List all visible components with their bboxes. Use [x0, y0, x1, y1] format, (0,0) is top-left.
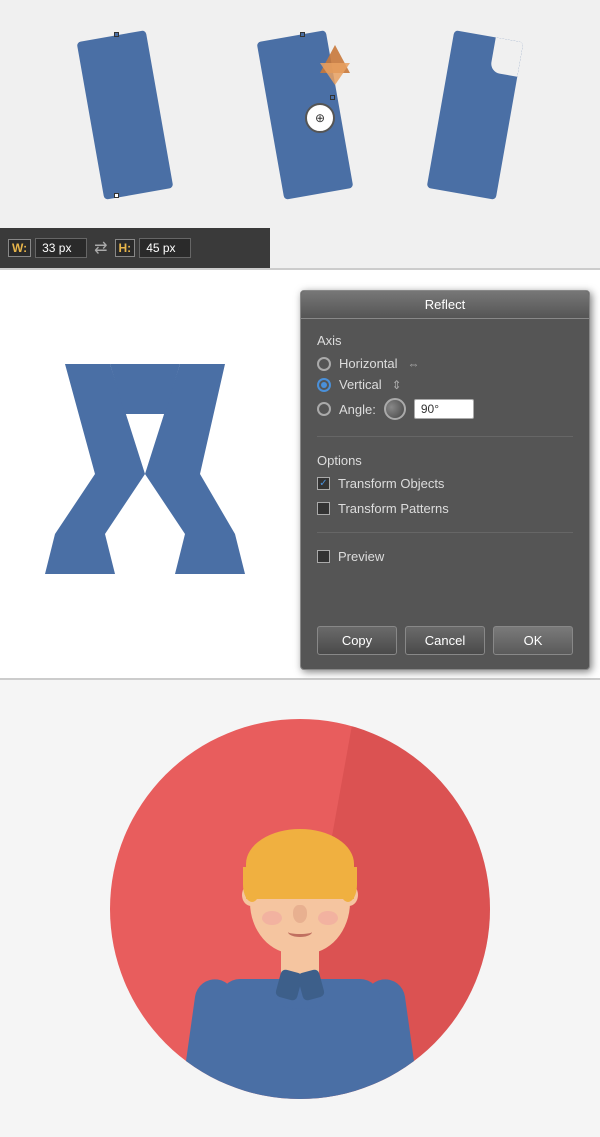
shape-right-container	[440, 35, 510, 195]
axis-section: Axis Horizontal ⇔ Vertical ⇕ Angle:	[317, 333, 573, 420]
horizontal-radio[interactable]	[317, 357, 331, 371]
divider-2	[317, 532, 573, 533]
v-bottom-left	[45, 534, 115, 574]
horizontal-radio-row[interactable]: Horizontal ⇔	[317, 356, 573, 371]
shape-left	[77, 30, 174, 200]
width-value: 33 px	[35, 238, 87, 258]
v-shape-svg	[35, 354, 255, 594]
canvas-area-1: ⊕	[0, 0, 600, 230]
avatar-figure	[200, 829, 400, 1099]
copy-button[interactable]: Copy	[317, 626, 397, 655]
hair-side-left	[243, 867, 261, 902]
shirt	[220, 979, 380, 1099]
angle-input[interactable]	[414, 399, 474, 419]
anchor-point	[114, 193, 119, 198]
dialog-body: Axis Horizontal ⇔ Vertical ⇕ Angle:	[301, 319, 589, 616]
transform-patterns-checkbox[interactable]	[317, 502, 330, 515]
axis-label: Axis	[317, 333, 573, 348]
cursor-icon: ⊕	[305, 103, 335, 133]
cancel-button[interactable]: Cancel	[405, 626, 485, 655]
cheek-left	[262, 911, 282, 925]
shape-middle-container: ⊕	[270, 35, 340, 195]
angle-label: Angle:	[339, 402, 376, 417]
angle-row: Angle:	[317, 398, 573, 420]
toolbar-1: W: 33 px ⇄ H: 45 px	[0, 228, 270, 268]
options-section: Options Transform Objects Transform Patt…	[317, 453, 573, 516]
mouth	[288, 927, 312, 937]
height-value: 45 px	[139, 238, 191, 258]
hair-side-right	[339, 867, 357, 902]
avatar-head	[235, 829, 365, 974]
avatar-body	[200, 969, 400, 1099]
angle-radio[interactable]	[317, 402, 331, 416]
ok-button[interactable]: OK	[493, 626, 573, 655]
cheek-right	[318, 911, 338, 925]
options-label: Options	[317, 453, 573, 468]
transform-objects-label: Transform Objects	[338, 476, 444, 491]
preview-checkbox[interactable]	[317, 550, 330, 563]
hair	[246, 829, 354, 899]
v-bottom-right	[175, 534, 245, 574]
vertical-icon: ⇕	[392, 378, 402, 392]
dialog-title: Reflect	[301, 291, 589, 319]
link-icon: ⇄	[91, 238, 110, 258]
preview-row: Preview	[317, 549, 573, 564]
width-label: W:	[8, 239, 31, 257]
section-3-avatar	[0, 680, 600, 1137]
avatar-circle	[110, 719, 490, 1099]
transform-patterns-row: Transform Patterns	[317, 501, 449, 516]
transform-objects-checkbox[interactable]	[317, 477, 330, 490]
shape-right	[427, 30, 524, 200]
reflect-dialog: Reflect Axis Horizontal ⇔ Vertical ⇕	[300, 290, 590, 670]
vertical-label: Vertical	[339, 377, 382, 392]
transform-patterns-label: Transform Patterns	[338, 501, 449, 516]
height-label: H:	[115, 239, 136, 257]
preview-label: Preview	[338, 549, 384, 564]
anchor-point	[300, 32, 305, 37]
anchor-point	[330, 95, 335, 100]
anchor-point	[114, 32, 119, 37]
nose	[293, 905, 307, 923]
vertical-radio-row[interactable]: Vertical ⇕	[317, 377, 573, 392]
vertical-radio[interactable]	[317, 378, 331, 392]
divider-1	[317, 436, 573, 437]
horizontal-icon: ⇔	[408, 357, 420, 371]
dialog-footer: Copy Cancel OK	[301, 616, 589, 669]
canvas-area-2	[0, 270, 290, 678]
section-2-reflect: Reflect Axis Horizontal ⇔ Vertical ⇕	[0, 270, 600, 680]
transform-objects-row: Transform Objects	[317, 476, 444, 491]
section-1-workspace: ⊕ W: 33 px ⇄ H: 45 px	[0, 0, 600, 270]
horizontal-label: Horizontal	[339, 356, 398, 371]
angle-dial[interactable]	[384, 398, 406, 420]
